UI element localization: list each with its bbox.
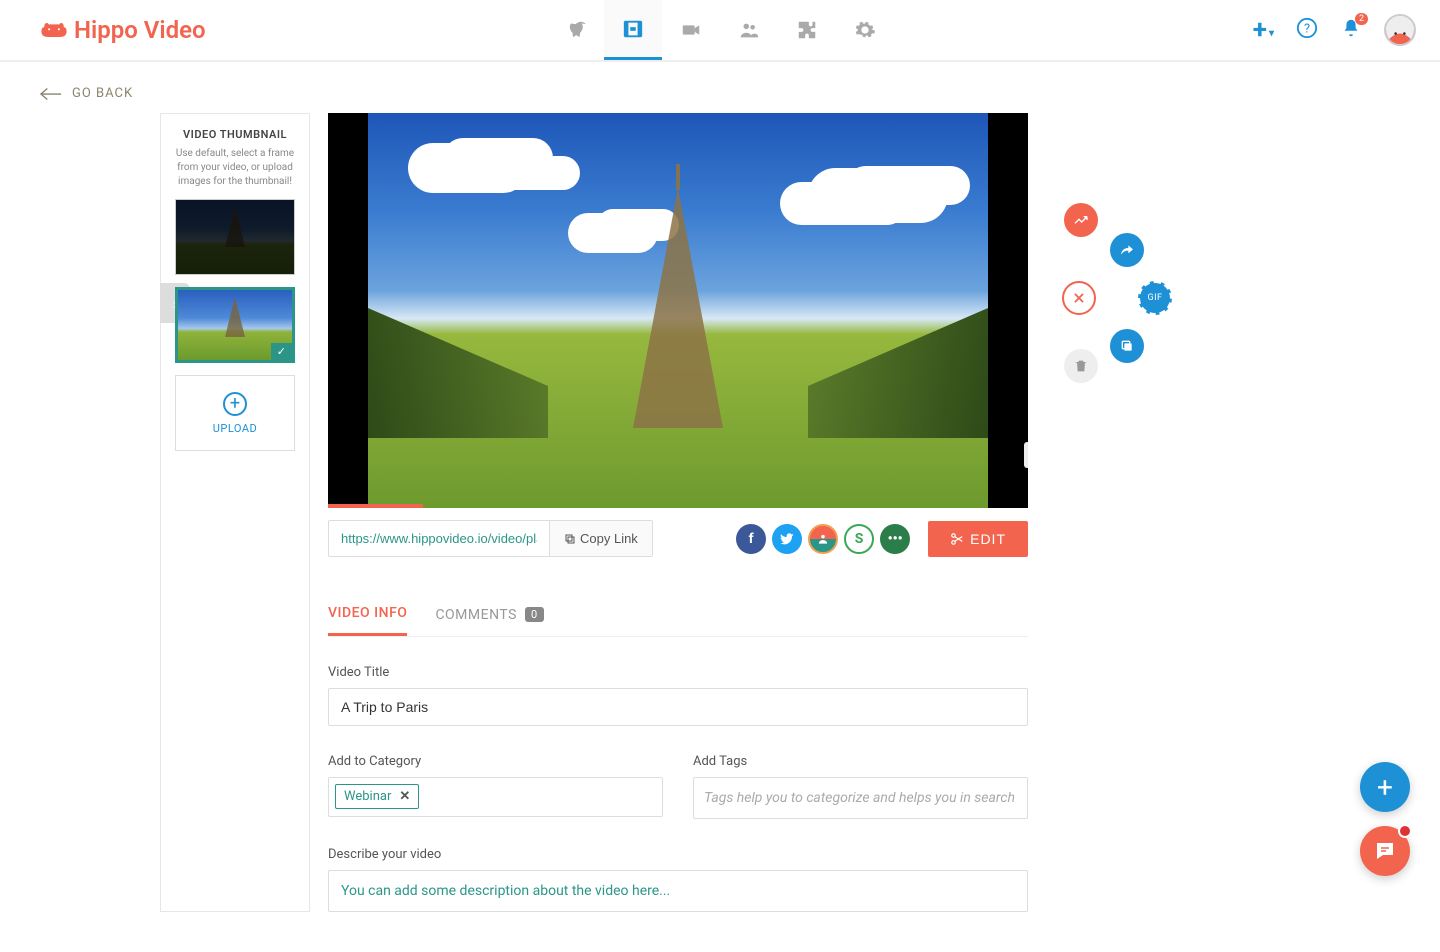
video-progress-bar[interactable] (328, 504, 423, 508)
video-column: Copy Link f S ••• EDIT VIDEO INFO COMMEN… (328, 113, 1028, 912)
floating-chat-button[interactable] (1360, 826, 1410, 876)
thumbnail-option-1[interactable] (175, 199, 295, 275)
share-twitter[interactable] (772, 524, 802, 554)
create-new-button[interactable]: +▾ (1253, 15, 1274, 45)
video-player[interactable] (328, 113, 1028, 508)
edit-video-button[interactable]: EDIT (928, 521, 1028, 557)
layers-button[interactable] (1024, 442, 1028, 468)
nav-library[interactable] (604, 0, 662, 60)
share-icon (1119, 242, 1135, 258)
share-seesaw[interactable]: S (844, 524, 874, 554)
video-title-input[interactable] (328, 688, 1028, 726)
tab-comments[interactable]: COMMENTS 0 (435, 605, 543, 636)
tags-field: Add Tags Tags help you to categorize and… (693, 754, 1028, 819)
gear-icon (854, 19, 876, 41)
scissors-icon (950, 532, 964, 546)
trend-icon (1073, 212, 1089, 228)
chevron-down-icon: ▾ (1269, 28, 1274, 39)
upload-label: UPLOAD (213, 422, 258, 435)
share-row: Copy Link f S ••• EDIT (328, 520, 1028, 557)
nav-settings[interactable] (836, 0, 894, 60)
video-link-input[interactable] (329, 521, 549, 556)
tags-placeholder: Tags help you to categorize and helps yo… (700, 784, 1021, 812)
close-icon (1072, 291, 1086, 305)
video-info-form: Video Title Add to Category Webinar ✕ Ad… (328, 665, 1028, 912)
title-label: Video Title (328, 665, 1028, 680)
arrow-left-icon (40, 87, 62, 101)
video-actions-column: GIF (1046, 113, 1146, 912)
tags-label: Add Tags (693, 754, 1028, 769)
comment-count-badge: 0 (525, 607, 544, 622)
floating-add-button[interactable]: + (1360, 762, 1410, 812)
share-facebook[interactable]: f (736, 524, 766, 554)
brand-logo[interactable]: Hippo Video (40, 16, 206, 44)
help-icon: ? (1296, 17, 1318, 39)
rocket-icon (564, 19, 586, 41)
notifications-button[interactable]: 2 (1340, 17, 1362, 43)
copy-stack-icon (1119, 338, 1135, 354)
chat-icon (1373, 839, 1397, 863)
people-icon (738, 19, 760, 41)
hippo-icon (40, 20, 68, 40)
gif-button[interactable]: GIF (1138, 281, 1172, 315)
nav-record[interactable] (662, 0, 720, 60)
trash-icon (1073, 358, 1089, 374)
go-back-label: GO BACK (72, 86, 133, 101)
category-field: Add to Category Webinar ✕ (328, 754, 663, 819)
video-link-box: Copy Link (328, 520, 653, 557)
share-button[interactable] (1110, 233, 1144, 267)
description-input[interactable]: You can add some description about the v… (328, 870, 1028, 912)
share-classroom[interactable] (808, 524, 838, 554)
puzzle-icon (796, 19, 818, 41)
delete-button[interactable] (1064, 349, 1098, 383)
floating-buttons: + (1360, 762, 1410, 876)
duplicate-button[interactable] (1110, 329, 1144, 363)
analytics-button[interactable] (1064, 203, 1098, 237)
share-more[interactable]: ••• (880, 524, 910, 554)
edit-label: EDIT (970, 531, 1006, 547)
go-back-link[interactable]: GO BACK (40, 86, 133, 101)
copy-icon (564, 533, 576, 545)
info-tabs: VIDEO INFO COMMENTS 0 (328, 605, 1028, 637)
avatar-icon (1386, 14, 1414, 46)
category-chip: Webinar ✕ (335, 784, 419, 809)
camera-icon (680, 19, 702, 41)
remove-chip-icon[interactable]: ✕ (399, 789, 410, 804)
twitter-icon (779, 531, 795, 547)
help-button[interactable]: ? (1296, 17, 1318, 43)
person-icon (816, 532, 830, 546)
upload-thumbnail-button[interactable]: + UPLOAD (175, 375, 295, 451)
top-nav (546, 0, 894, 60)
brand-text: Hippo Video (74, 16, 206, 44)
description-label: Describe your video (328, 847, 1028, 862)
video-preview-image (368, 113, 988, 508)
copy-link-label: Copy Link (580, 531, 638, 546)
thumbnail-panel: VIDEO THUMBNAIL Use default, select a fr… (160, 113, 310, 912)
film-icon (622, 18, 644, 40)
plus-circle-icon: + (223, 392, 247, 416)
copy-link-button[interactable]: Copy Link (549, 521, 652, 556)
close-actions-button[interactable] (1062, 281, 1096, 315)
category-label: Add to Category (328, 754, 663, 769)
user-avatar[interactable] (1384, 14, 1416, 46)
category-input[interactable]: Webinar ✕ (328, 777, 663, 817)
main-content: › VIDEO THUMBNAIL Use default, select a … (0, 113, 1440, 952)
tags-input[interactable]: Tags help you to categorize and helps yo… (693, 777, 1028, 819)
thumbnail-option-2[interactable] (175, 287, 295, 363)
svg-text:?: ? (1304, 22, 1310, 37)
nav-rocket[interactable] (546, 0, 604, 60)
header-actions: +▾ ? 2 (1253, 14, 1416, 46)
app-header: Hippo Video +▾ ? 2 (0, 0, 1440, 62)
tab-video-info[interactable]: VIDEO INFO (328, 605, 407, 636)
notification-badge: 2 (1355, 13, 1368, 25)
social-share-icons: f S ••• (736, 524, 910, 554)
nav-people[interactable] (720, 0, 778, 60)
thumbnail-panel-title: VIDEO THUMBNAIL (171, 128, 299, 141)
nav-integrations[interactable] (778, 0, 836, 60)
description-field: Describe your video You can add some des… (328, 847, 1028, 912)
thumbnail-panel-desc: Use default, select a frame from your vi… (171, 147, 299, 189)
